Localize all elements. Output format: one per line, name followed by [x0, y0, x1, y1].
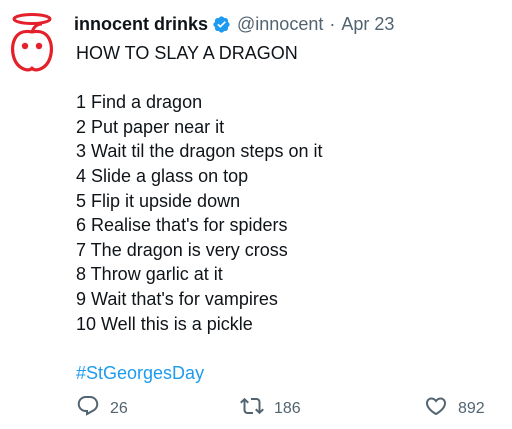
- tweet-line: 10 Well this is a pickle: [76, 313, 253, 334]
- hashtag-link[interactable]: #StGeorgesDay: [76, 361, 496, 386]
- tweet-actions: 26 186 892: [74, 394, 504, 424]
- tweet-line: 9 Wait that's for vampires: [76, 288, 278, 309]
- header-separator: ·: [329, 14, 336, 34]
- like-count: 892: [458, 399, 485, 417]
- tweet-line: [76, 66, 496, 91]
- tweet-line: 4 Slide a glass on top: [76, 165, 249, 186]
- tweet-header: innocent drinks @innocent · Apr 23: [74, 14, 394, 35]
- tweet-line: [76, 336, 496, 361]
- retweet-count: 186: [274, 399, 301, 417]
- verified-badge-icon: [212, 15, 231, 34]
- tweet-line: 7 The dragon is very cross: [76, 239, 288, 260]
- tweet-line: HOW TO SLAY A DRAGON: [76, 43, 298, 63]
- reply-button[interactable]: 26: [76, 394, 128, 423]
- tweet-line: 1 Find a dragon: [76, 92, 203, 113]
- tweet-text: HOW TO SLAY A DRAGON 1 Find a dragon 2 P…: [76, 41, 496, 385]
- tweet-line: 5 Flip it upside down: [76, 190, 241, 211]
- tweet-line: 2 Put paper near it: [76, 116, 225, 137]
- tweet-line: 3 Wait til the dragon steps on it: [76, 141, 323, 162]
- reply-icon: [76, 394, 100, 423]
- heart-icon: [424, 394, 448, 423]
- reply-count: 26: [110, 399, 128, 417]
- tweet-date[interactable]: Apr 23: [341, 14, 394, 35]
- like-button[interactable]: 892: [424, 394, 485, 423]
- author-name[interactable]: innocent drinks: [74, 14, 208, 35]
- author-handle[interactable]: @innocent: [237, 14, 323, 35]
- retweet-button[interactable]: 186: [240, 394, 301, 423]
- tweet-line: 8 Throw garlic at it: [76, 264, 223, 285]
- tweet-line: 6 Realise that's for spiders: [76, 215, 288, 236]
- innocent-logo-icon[interactable]: [8, 12, 56, 74]
- retweet-icon: [240, 394, 264, 423]
